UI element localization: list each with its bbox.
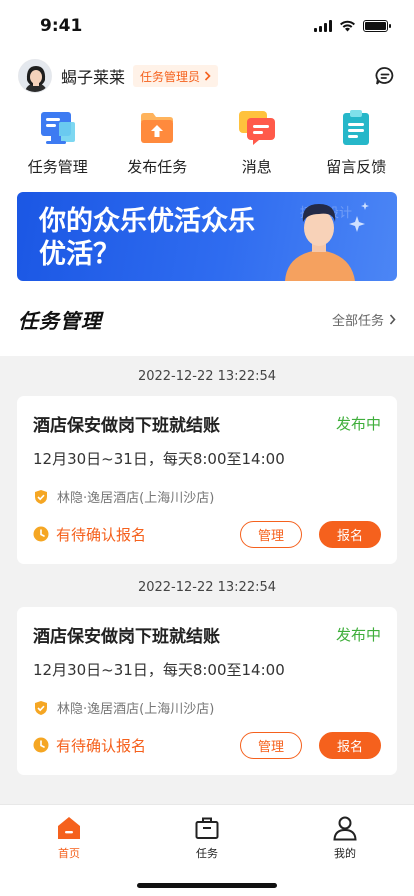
task-group: 2022-12-22 13:22:54 酒店保安做岗下班就结账 发布中 12月3… xyxy=(0,356,414,564)
signal-icon xyxy=(314,20,332,32)
avatar[interactable] xyxy=(18,59,52,93)
tab-list: 首页 任务 我的 xyxy=(0,805,414,863)
home-indicator xyxy=(137,883,277,888)
tab-label: 首页 xyxy=(58,847,80,860)
pending-text: 有待确认报名 xyxy=(56,736,147,755)
task-status: 发布中 xyxy=(335,414,381,433)
pending-text: 有待确认报名 xyxy=(56,525,147,544)
chevron-right-icon xyxy=(204,71,211,81)
message-icon xyxy=(238,111,275,145)
profile-icon xyxy=(333,816,357,841)
role-label: 任务管理员 xyxy=(140,69,201,84)
username: 蝎子莱莱 xyxy=(61,68,126,87)
task-title-row: 酒店保安做岗下班就结账 发布中 xyxy=(33,396,381,436)
view-all-label: 全部任务 xyxy=(331,313,384,329)
task-location: 林隐·逸居酒店(上海川沙店) xyxy=(33,698,381,717)
tab-home[interactable]: 首页 xyxy=(0,805,138,863)
task-location-text: 林隐·逸居酒店(上海川沙店) xyxy=(57,702,215,717)
quick-action-label: 任务管理 xyxy=(27,158,88,176)
section-header: 任务管理 全部任务 xyxy=(0,294,414,344)
task-group: 2022-12-22 13:22:54 酒店保安做岗下班就结账 发布中 12月3… xyxy=(0,567,414,775)
task-time: 12月30日~31日，每天8:00至14:00 xyxy=(33,661,285,679)
task-button-group: 管理 报名 xyxy=(240,731,381,759)
tab-label: 任务 xyxy=(196,847,218,860)
banner-text: 你的众乐优活众乐优活？ xyxy=(39,206,255,270)
upload-folder-icon xyxy=(141,113,174,143)
quick-action-messages[interactable]: 消息 xyxy=(211,104,303,190)
quick-action-feedback[interactable]: 留言反馈 xyxy=(310,104,402,190)
briefcase-icon xyxy=(195,817,219,839)
tab-bar: 首页 任务 我的 xyxy=(0,804,414,896)
quick-action-label: 留言反馈 xyxy=(326,158,387,176)
signup-button[interactable]: 报名 xyxy=(319,520,381,548)
tab-mine[interactable]: 我的 xyxy=(276,805,414,863)
quick-action-label: 发布任务 xyxy=(127,158,188,176)
person-illustration xyxy=(285,202,369,281)
tab-tasks[interactable]: 任务 xyxy=(138,805,276,863)
signup-button[interactable]: 报名 xyxy=(319,731,381,759)
status-bar: 9:41 xyxy=(0,0,414,52)
shield-check-icon xyxy=(35,489,47,504)
tab-label: 我的 xyxy=(334,847,356,860)
task-button-group: 管理 报名 xyxy=(240,520,381,548)
task-location: 林隐·逸居酒店(上海川沙店) xyxy=(33,487,381,506)
chevron-right-icon xyxy=(389,313,396,325)
quick-actions: 任务管理 发布任务 消息 留言反馈 xyxy=(0,98,414,190)
status-time: 9:41 xyxy=(40,16,83,36)
battery-icon xyxy=(363,20,391,32)
manage-button[interactable]: 管理 xyxy=(240,731,302,759)
clock-icon xyxy=(33,737,49,753)
status-icons xyxy=(314,20,391,32)
clock-icon xyxy=(33,526,49,542)
section-title: 任务管理 xyxy=(18,308,102,333)
task-board-icon xyxy=(40,112,75,144)
pending-confirm: 有待确认报名 xyxy=(33,524,146,545)
task-location-text: 林隐·逸居酒店(上海川沙店) xyxy=(57,491,215,506)
task-actions: 有待确认报名 管理 报名 xyxy=(33,731,381,759)
task-title: 酒店保安做岗下班就结账 xyxy=(33,415,220,436)
home-icon xyxy=(58,817,80,839)
task-date: 2022-12-22 13:22:54 xyxy=(137,368,277,384)
task-title: 酒店保安做岗下班就结账 xyxy=(33,626,220,647)
shield-check-icon xyxy=(35,700,47,715)
task-actions: 有待确认报名 管理 报名 xyxy=(33,520,381,548)
pending-confirm: 有待确认报名 xyxy=(33,735,146,756)
task-time: 12月30日~31日，每天8:00至14:00 xyxy=(33,450,285,468)
quick-action-label: 消息 xyxy=(241,158,272,176)
chat-bubble-icon[interactable] xyxy=(374,65,396,87)
task-date: 2022-12-22 13:22:54 xyxy=(137,579,277,595)
view-all-tasks-link[interactable]: 全部任务 xyxy=(332,310,396,329)
task-card[interactable]: 酒店保安做岗下班就结账 发布中 12月30日~31日，每天8:00至14:00 … xyxy=(17,396,397,564)
task-card[interactable]: 酒店保安做岗下班就结账 发布中 12月30日~31日，每天8:00至14:00 … xyxy=(17,607,397,775)
clipboard-icon xyxy=(343,110,370,145)
task-title-row: 酒店保安做岗下班就结账 发布中 xyxy=(33,607,381,647)
quick-action-task-manage[interactable]: 任务管理 xyxy=(12,104,104,190)
promo-banner[interactable]: 你的众乐优活众乐优活？ 搞定设计 xyxy=(17,192,397,281)
quick-action-publish-task[interactable]: 发布任务 xyxy=(111,104,203,190)
manage-button[interactable]: 管理 xyxy=(240,520,302,548)
task-status: 发布中 xyxy=(335,625,381,644)
role-badge[interactable]: 任务管理员 xyxy=(133,65,219,87)
task-list: 2022-12-22 13:22:54 酒店保安做岗下班就结账 发布中 12月3… xyxy=(0,356,414,804)
user-header: 蝎子莱莱 任务管理员 xyxy=(0,54,414,98)
wifi-icon xyxy=(340,20,355,32)
